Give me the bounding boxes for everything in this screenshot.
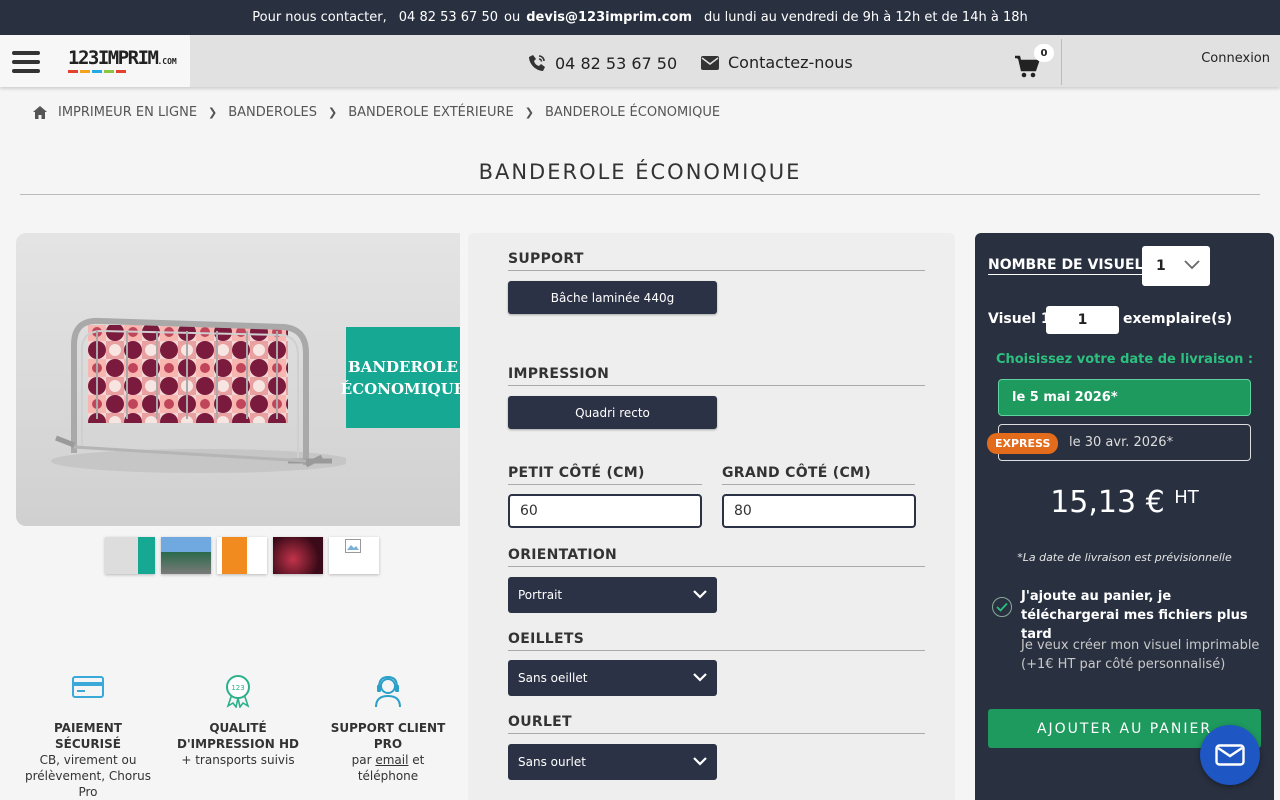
nb-visuels-label: NOMBRE DE VISUELS xyxy=(988,257,1154,275)
breadcrumb-item[interactable]: BANDEROLE EXTÉRIEURE xyxy=(348,105,514,120)
orientation-select[interactable]: Portrait xyxy=(508,577,717,613)
petit-cote-input[interactable]: 60 xyxy=(508,494,702,528)
exemplaires-label: exemplaire(s) xyxy=(1123,311,1233,327)
login-link[interactable]: Connexion xyxy=(1201,51,1270,66)
divider xyxy=(508,270,925,271)
topbar-hours: du lundi au vendredi de 9h à 12h et de 1… xyxy=(704,10,1028,25)
impression-option-button[interactable]: Quadri recto xyxy=(508,396,717,429)
support-label: SUPPORT xyxy=(508,251,584,267)
banner-barrier-illustration xyxy=(51,317,346,473)
award-badge-icon: 123 xyxy=(226,675,250,708)
headset-support-icon xyxy=(375,675,401,708)
price-display: 15,13 € HT xyxy=(975,485,1274,520)
oeillets-select[interactable]: Sans oeillet xyxy=(508,660,717,696)
feature-subtitle: par email et téléphone xyxy=(351,753,425,783)
contact-topbar: Pour nous contacter, 04 82 53 67 50 ou d… xyxy=(0,0,1280,35)
feature-support: SUPPORT CLIENT PRO par email et téléphon… xyxy=(323,674,453,784)
product-options-panel: SUPPORT Bâche laminée 440g IMPRESSION Qu… xyxy=(468,233,955,800)
feature-subtitle: CB, virement ou prélèvement, Chorus Pro xyxy=(25,753,151,799)
divider xyxy=(508,385,925,386)
thumbnail-broken-image[interactable] xyxy=(329,537,379,574)
feature-payment: PAIEMENT SÉCURISÉ CB, virement ou prélèv… xyxy=(23,674,153,800)
divider xyxy=(508,566,925,567)
contact-label: Contactez-nous xyxy=(728,53,853,72)
divider xyxy=(508,484,702,485)
chat-widget-button[interactable] xyxy=(1200,725,1260,785)
grand-cote-input[interactable]: 80 xyxy=(722,494,916,528)
topbar-phone[interactable]: 04 82 53 67 50 xyxy=(399,10,498,25)
chevron-down-icon xyxy=(693,757,707,766)
chevron-right-icon: ❯ xyxy=(208,106,218,119)
topbar-or: ou xyxy=(504,10,521,25)
ourlet-label: OURLET xyxy=(508,714,572,730)
logo-area: 123IMPRIM.COM xyxy=(0,35,190,87)
topbar-email[interactable]: devis@123imprim.com xyxy=(526,10,692,25)
express-badge: EXPRESS xyxy=(987,433,1059,454)
svg-text:123: 123 xyxy=(231,684,244,692)
chevron-down-icon xyxy=(1184,260,1200,270)
breadcrumb: IMPRIMEUR EN LIGNE ❯ BANDEROLES ❯ BANDER… xyxy=(32,105,720,120)
title-divider xyxy=(20,194,1260,195)
chevron-down-icon xyxy=(693,673,707,682)
check-icon[interactable] xyxy=(992,597,1012,617)
phone-icon xyxy=(529,55,545,71)
thumbnail-strip xyxy=(105,537,379,574)
header-contact[interactable]: Contactez-nous xyxy=(700,53,853,72)
logo-color-bars xyxy=(68,70,126,73)
envelope-icon xyxy=(1215,744,1245,766)
feature-title: SUPPORT CLIENT PRO xyxy=(330,721,446,751)
grand-cote-label: GRAND CÔTÉ (CM) xyxy=(722,465,871,481)
envelope-icon xyxy=(701,55,719,70)
visuel-label: Visuel 1 xyxy=(988,311,1051,327)
divider xyxy=(508,650,925,651)
create-visual-option[interactable]: Je veux créer mon visuel imprimable (+1€… xyxy=(1021,636,1261,674)
email-link[interactable]: email xyxy=(375,753,408,767)
delivery-date-standard[interactable]: le 5 mai 2026* xyxy=(998,379,1251,416)
breadcrumb-item[interactable]: IMPRIMEUR EN LIGNE xyxy=(58,105,197,120)
quantity-input[interactable]: 1 xyxy=(1046,306,1119,334)
breadcrumb-item[interactable]: BANDEROLES xyxy=(228,105,317,120)
promo-label: BANDEROLE ÉCONOMIQUE xyxy=(341,327,460,428)
order-sidebar: NOMBRE DE VISUELS 1 Visuel 1 1 exemplair… xyxy=(975,233,1274,800)
product-image[interactable]: BANDEROLE ÉCONOMIQUE xyxy=(16,233,460,526)
chevron-down-icon xyxy=(693,590,707,599)
delivery-note: *La date de livraison est prévisionnelle xyxy=(1017,551,1232,564)
menu-icon[interactable] xyxy=(12,51,40,73)
thumbnail[interactable] xyxy=(105,537,155,574)
support-option-button[interactable]: Bâche laminée 440g xyxy=(508,281,717,314)
credit-card-icon xyxy=(72,676,104,698)
feature-subtitle: + transports suivis xyxy=(181,753,295,767)
chevron-right-icon: ❯ xyxy=(524,106,534,119)
delivery-date-heading: Choisissez votre date de livraison : xyxy=(995,352,1254,367)
header-divider xyxy=(1061,39,1062,85)
cart-count-badge: 0 xyxy=(1034,44,1054,62)
header-phone-number: 04 82 53 67 50 xyxy=(555,53,678,73)
site-logo[interactable]: 123IMPRIM.COM xyxy=(68,47,177,69)
thumbnail[interactable] xyxy=(161,537,211,574)
price-value: 15,13 € xyxy=(1050,485,1165,520)
header-phone[interactable]: 04 82 53 67 50 xyxy=(527,53,677,73)
broken-image-icon xyxy=(345,539,361,553)
nb-visuels-select[interactable]: 1 xyxy=(1142,246,1210,286)
topbar-prefix: Pour nous contacter, xyxy=(252,10,387,25)
petit-cote-label: PETIT CÔTÉ (CM) xyxy=(508,465,645,481)
page-title: BANDEROLE ÉCONOMIQUE xyxy=(478,160,802,184)
feature-title: QUALITÉ D'IMPRESSION HD xyxy=(177,721,299,751)
feature-quality: 123 QUALITÉ D'IMPRESSION HD + transports… xyxy=(173,674,303,768)
chevron-right-icon: ❯ xyxy=(327,106,338,119)
divider xyxy=(722,484,915,485)
feature-title: PAIEMENT SÉCURISÉ xyxy=(53,721,122,751)
divider xyxy=(508,733,925,734)
site-header: 123IMPRIM.COM 04 82 53 67 50 Contactez-n… xyxy=(0,35,1280,87)
thumbnail[interactable] xyxy=(217,537,267,574)
breadcrumb-current: BANDEROLE ÉCONOMIQUE xyxy=(544,105,721,120)
impression-label: IMPRESSION xyxy=(508,366,610,382)
price-suffix: HT xyxy=(1174,487,1199,508)
ourlet-select[interactable]: Sans ourlet xyxy=(508,744,717,780)
orientation-label: ORIENTATION xyxy=(508,547,618,563)
home-icon[interactable] xyxy=(32,105,48,120)
oeillets-label: OEILLETS xyxy=(508,631,585,647)
thumbnail[interactable] xyxy=(273,537,323,574)
